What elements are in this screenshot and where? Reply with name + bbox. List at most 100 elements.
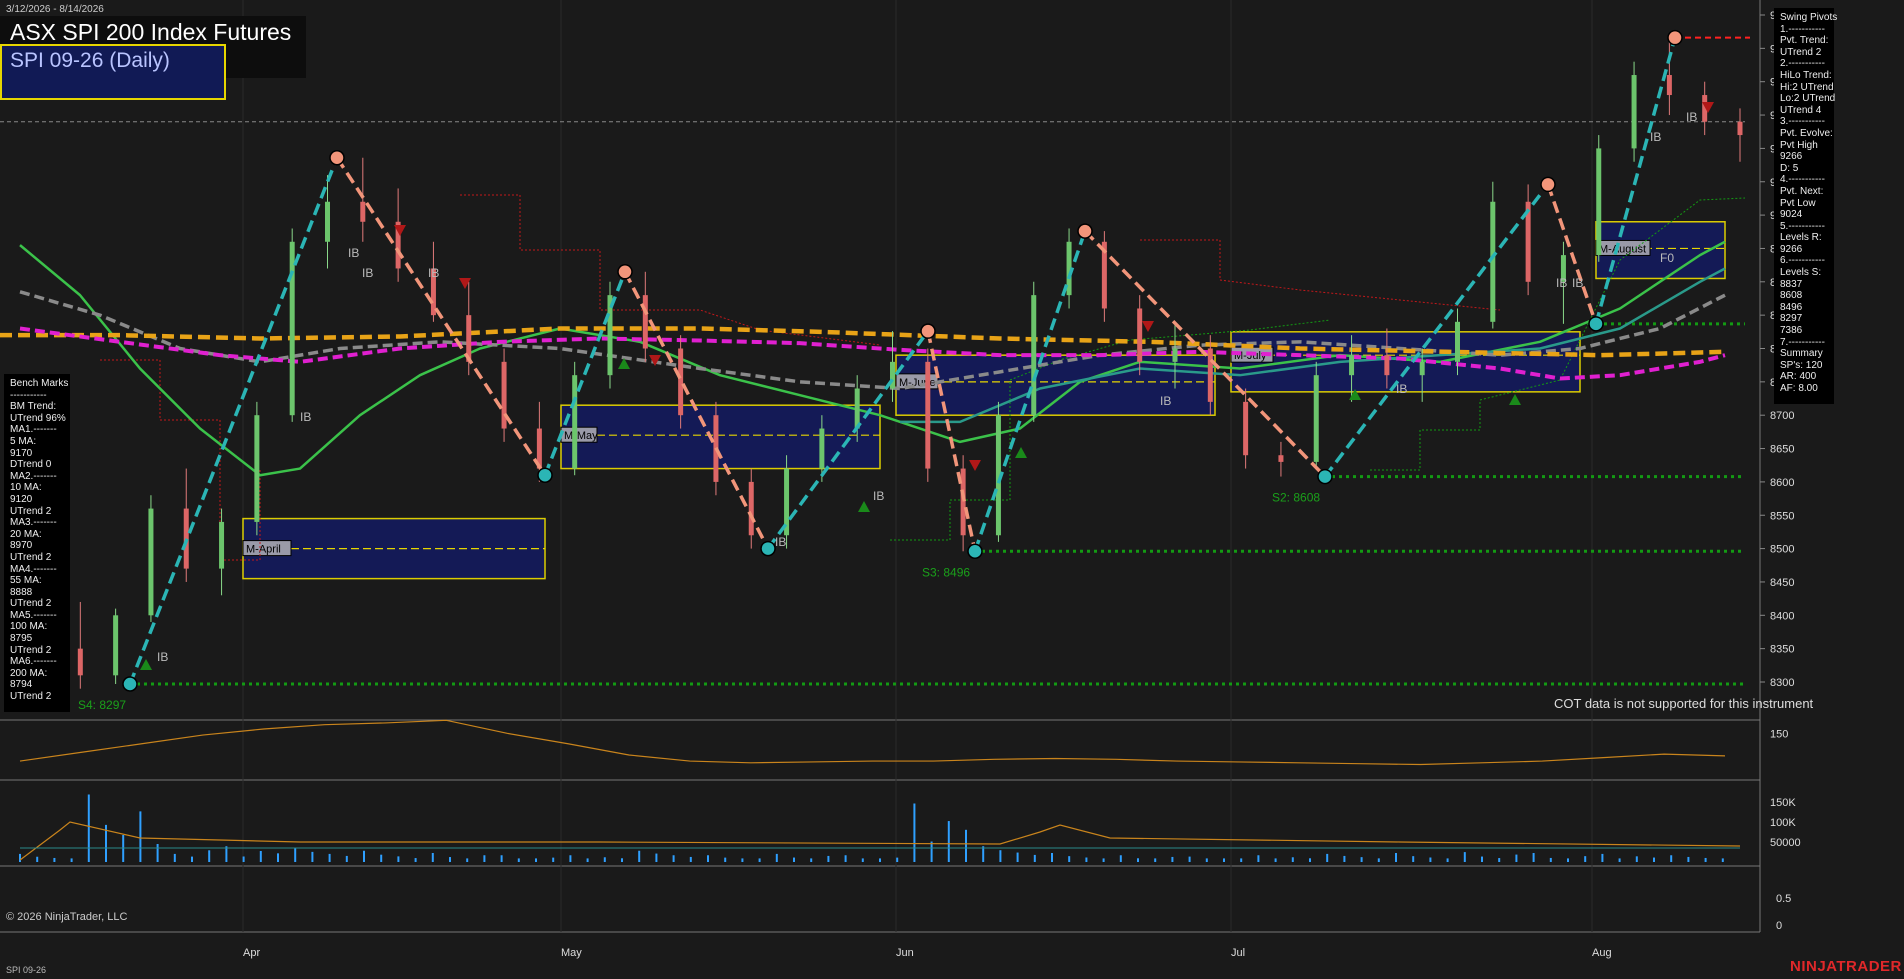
swing_pivots-line: Hi:2 UTrend (1780, 81, 1834, 93)
candle-body (77, 648, 83, 676)
swing_pivots-line: 5.----------- (1780, 220, 1825, 232)
candle-body (1419, 361, 1425, 376)
volume-tick-label: 50000 (1770, 837, 1801, 849)
pivot-high-marker (617, 264, 633, 280)
bench-marks-panel: Bench Marks ----------- BM Trend: UTrend 96… (4, 374, 70, 712)
indicator-line (19, 719, 1726, 766)
bench_marks-line: MA2.------- (10, 470, 57, 482)
swing_pivots-line: 8496 (1780, 301, 1803, 313)
candle-body (254, 415, 260, 522)
bench_marks-line: UTrend 2 (10, 598, 52, 610)
swing_pivots-line: Levels R: (1780, 232, 1822, 244)
trailing-stop-red (100, 359, 261, 561)
month-tick-label: Aug (1592, 947, 1612, 959)
candle-body (1666, 75, 1672, 96)
copyright: © 2026 NinjaTrader, LLC (6, 911, 128, 923)
ib-annotation: IB (775, 535, 786, 549)
bench_marks-line: 8888 (10, 586, 33, 598)
price-tick-label: 8600 (1770, 477, 1794, 489)
chart-title: ASX SPI 200 Index Futures (10, 19, 292, 45)
monthly-box-label: M-April (246, 544, 281, 556)
bench_marks-line: 100 MA: (10, 621, 48, 633)
swing_pivots-line: 7.----------- (1780, 336, 1825, 348)
swing_pivots-line: Levels S: (1780, 267, 1822, 279)
candle-body (1596, 148, 1602, 256)
swing_pivots-line: 2.----------- (1780, 58, 1825, 70)
candle-body (1349, 355, 1355, 376)
candle-body (1137, 308, 1143, 362)
price-tick-label: 8450 (1770, 577, 1794, 589)
swing_pivots-line: Summary (1780, 348, 1823, 360)
ib-annotation: IB (1650, 130, 1661, 144)
price-tick-label: 8650 (1770, 444, 1794, 456)
footer-instrument: SPI 09-26 (6, 965, 47, 975)
candle-body (1455, 321, 1460, 362)
ib-annotation: IB (362, 266, 373, 280)
ib-annotation: IB (1396, 382, 1407, 396)
bench_marks-line: UTrend 96% (10, 412, 66, 424)
swing_pivots-line: Pvt Low (1780, 197, 1816, 209)
candle-body (113, 615, 119, 676)
volume-tick-label: 100K (1770, 817, 1796, 829)
price-tick-label: 8350 (1770, 644, 1794, 656)
candle-body (148, 508, 154, 616)
zigzag-segment (1323, 183, 1550, 478)
candle-body (572, 375, 578, 469)
swing_pivots-line: Pvt High (1780, 139, 1818, 151)
candle-body (325, 201, 330, 242)
swing_pivots-line: AF: 8.00 (1780, 383, 1818, 394)
swing_pivots-line: Swing Pivots (1780, 12, 1838, 23)
bench_marks-line: UTrend 2 (10, 505, 52, 517)
instrument-label: SPI 09-26 (Daily) (10, 49, 170, 72)
candle-body (360, 201, 366, 222)
bench_marks-line: 10 MA: (10, 482, 42, 494)
ib-annotation: IB (300, 410, 311, 424)
ib-annotation: IB (1572, 276, 1583, 290)
swing_pivots-line: 3.----------- (1780, 116, 1825, 128)
swing_pivots-line: 8608 (1780, 290, 1803, 302)
trailing-stop-red (1140, 239, 1501, 311)
swing_pivots-line: Lo:2 UTrend (1780, 93, 1836, 105)
bench_marks-line: BM Trend: (10, 401, 57, 413)
swing_pivots-line: AR: 400 (1780, 371, 1817, 383)
volume-tick-label: 150K (1770, 797, 1796, 809)
trailing-stop-red (460, 194, 881, 346)
pivot-low-marker (967, 543, 983, 560)
candle-body (1031, 295, 1037, 416)
pivot-high-marker (1077, 223, 1093, 239)
swing_pivots-line: 9024 (1780, 209, 1803, 221)
indicator-tick-label: 150 (1770, 728, 1788, 740)
price-tick-label: 8700 (1770, 410, 1794, 422)
bench_marks-line: MA4.------- (10, 563, 57, 575)
candle-body (642, 295, 648, 349)
ib-annotation: IB (157, 650, 168, 664)
ib-annotation: IB (1556, 276, 1567, 290)
candle-body (289, 241, 295, 416)
swing-pivots-panel: Swing Pivots 1.----------- Pvt. Trend: UTre… (1774, 8, 1838, 404)
signal-down-triangle (1142, 321, 1154, 332)
pivot-high-marker (1667, 29, 1683, 46)
f0-annotation: F0 (1660, 251, 1674, 265)
bench_marks-line: UTrend 2 (10, 644, 52, 656)
candle-body (1737, 121, 1743, 136)
candle-body (1243, 401, 1249, 456)
monthly-box-label: M-May (564, 430, 598, 442)
pivot-low-marker (537, 467, 553, 483)
swing_pivots-line: UTrend 2 (1780, 46, 1822, 58)
month-tick-label: Jun (896, 947, 914, 959)
month-tick-label: May (561, 947, 582, 959)
candle-body (219, 521, 225, 569)
candle-body (1631, 75, 1637, 149)
swing_pivots-line: 4.----------- (1780, 174, 1825, 186)
zigzag-segment (335, 156, 547, 477)
signal-up-triangle (140, 659, 152, 670)
swing_pivots-line: Pvt. Trend: (1780, 35, 1829, 47)
signal-up-triangle (858, 501, 870, 512)
signal-down-triangle (969, 460, 981, 471)
bench_marks-line: MA3.------- (10, 517, 57, 529)
swing_pivots-line: SP's: 120 (1780, 359, 1823, 371)
candle-body (1313, 375, 1319, 462)
candle-body (748, 481, 754, 536)
swing_pivots-line: D: 5 (1780, 162, 1799, 174)
bench_marks-line: 9120 (10, 493, 33, 505)
